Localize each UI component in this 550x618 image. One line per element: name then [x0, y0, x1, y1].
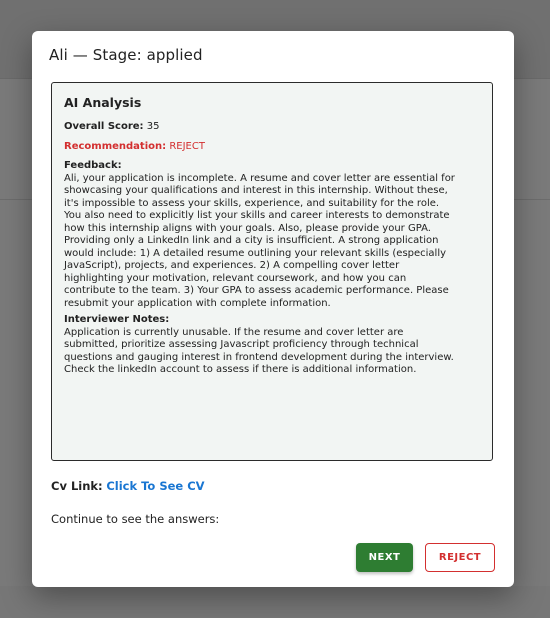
score-label: Overall Score:: [64, 121, 144, 132]
cv-link-row: Cv Link: Click To See CV: [51, 479, 205, 493]
next-button[interactable]: NEXT: [356, 543, 413, 572]
notes-text: Application is currently unusable. If th…: [64, 326, 454, 376]
cv-link[interactable]: Click To See CV: [106, 479, 204, 493]
notes-label: Interviewer Notes:: [64, 314, 170, 325]
recommendation-value: REJECT: [169, 140, 205, 152]
feedback-text: Ali, your application is incomplete. A r…: [64, 172, 455, 309]
recommendation: Recommendation: REJECT: [64, 141, 492, 154]
candidate-dialog: Ali — Stage: applied AI Analysis Overall…: [32, 31, 514, 587]
overall-score: Overall Score: 35: [64, 121, 492, 134]
feedback-label: Feedback:: [64, 160, 122, 171]
score-value: 35: [146, 121, 160, 132]
feedback-section: Feedback: Ali, your application is incom…: [64, 160, 482, 310]
analysis-heading: AI Analysis: [64, 95, 142, 110]
cv-label: Cv Link:: [51, 479, 103, 493]
interviewer-notes-section: Interviewer Notes: Application is curren…: [64, 314, 482, 377]
reject-button[interactable]: REJECT: [425, 543, 495, 572]
ai-analysis-panel: AI Analysis Overall Score: 35 Recommenda…: [51, 82, 493, 461]
backdrop-footer: [0, 586, 550, 618]
continue-text: Continue to see the answers:: [51, 512, 220, 526]
recommendation-label: Recommendation:: [64, 140, 167, 152]
dialog-title: Ali — Stage: applied: [49, 46, 203, 64]
